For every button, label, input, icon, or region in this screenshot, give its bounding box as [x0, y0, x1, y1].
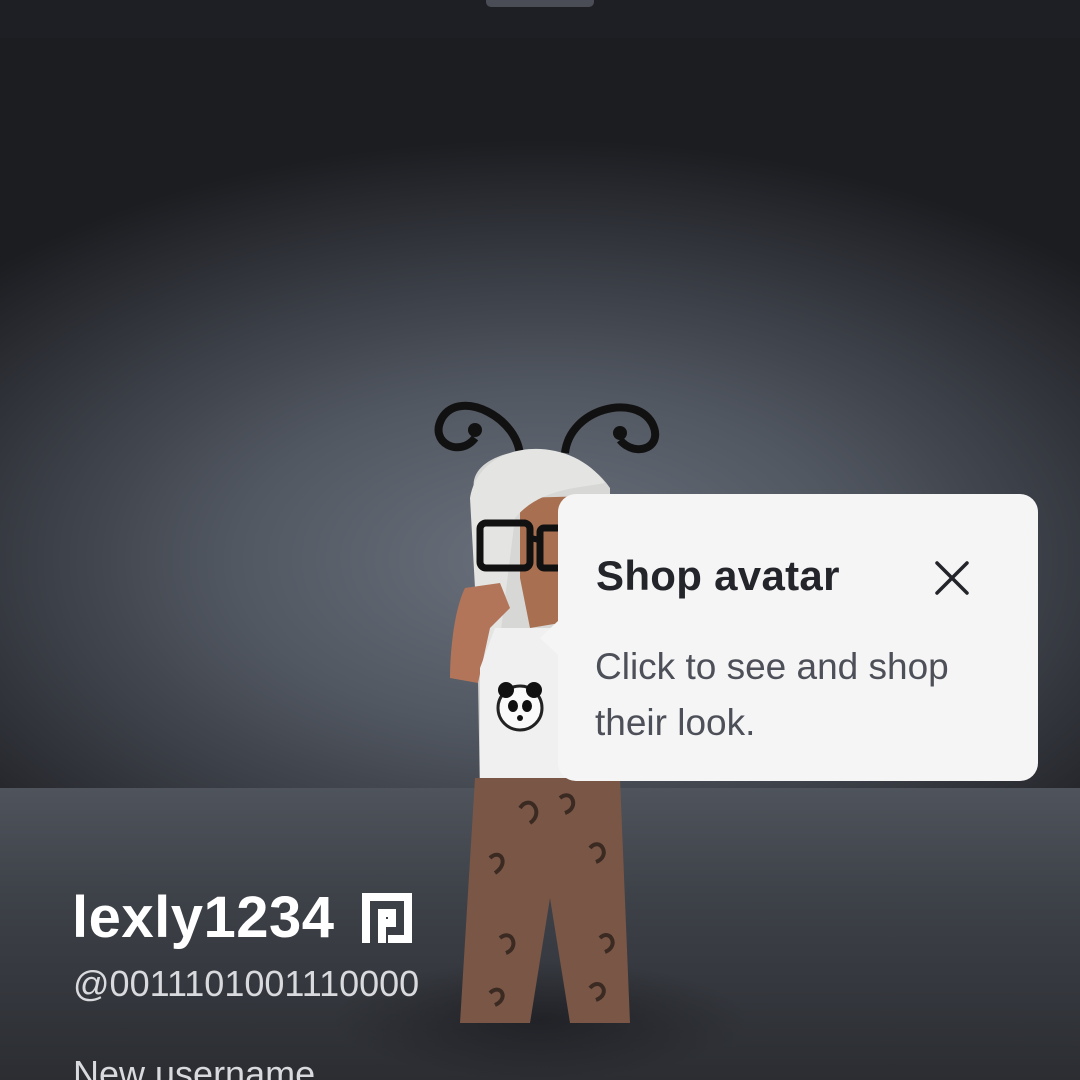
new-username-label[interactable]: New username	[73, 1053, 315, 1080]
display-name: lexly1234	[72, 885, 335, 950]
close-icon	[935, 561, 969, 595]
display-name-row: lexly1234	[72, 884, 416, 954]
top-bar	[0, 0, 1080, 38]
shop-avatar-popover[interactable]: Shop avatar Click to see and shop their …	[558, 494, 1038, 781]
profile-screen: Shop avatar Click to see and shop their …	[0, 0, 1080, 1080]
popover-arrow	[540, 620, 559, 656]
close-button[interactable]	[930, 556, 974, 600]
premium-icon	[361, 892, 412, 943]
popover-title: Shop avatar	[596, 552, 840, 599]
drag-handle[interactable]	[486, 0, 594, 7]
username-handle: @0011101001110000	[73, 963, 420, 1004]
popover-body: Click to see and shop their look.	[595, 646, 949, 743]
